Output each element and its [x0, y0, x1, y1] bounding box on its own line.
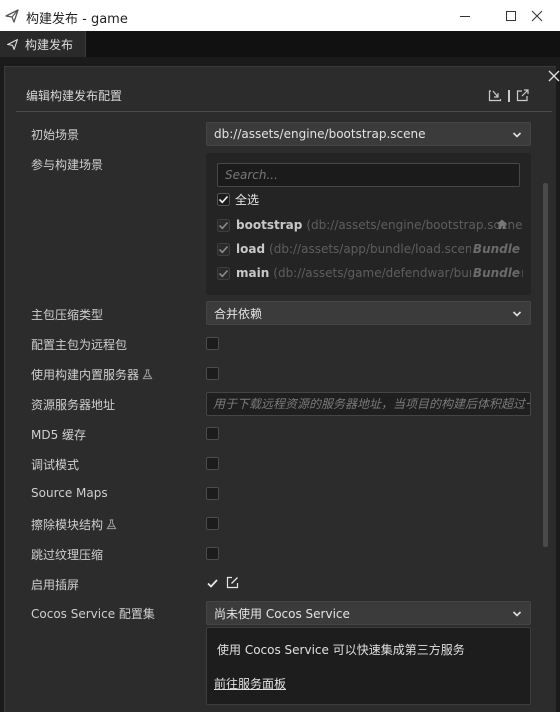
debug-mode-label: 调试模式	[31, 458, 80, 472]
resource-server-input[interactable]	[206, 392, 531, 416]
cocos-service-value: 尚未使用 Cocos Service	[214, 606, 350, 621]
start-scene-select[interactable]: db://assets/engine/bootstrap.scene	[206, 122, 531, 146]
builtin-server-label: 使用构建内置服务器	[31, 366, 153, 383]
source-maps-label: Source Maps	[31, 486, 108, 500]
header-separator	[508, 90, 510, 102]
splash-screen-checkbox[interactable]	[206, 577, 219, 590]
debug-mode-checkbox[interactable]	[206, 457, 219, 470]
scene-item-bootstrap[interactable]: bootstrap (db://assets/engine/bootstrap.…	[217, 217, 523, 233]
panel-header-actions	[488, 88, 530, 104]
service-panel-link[interactable]: 前往服务面板	[214, 675, 286, 692]
minimize-button[interactable]	[442, 0, 488, 31]
main-bundle-remote-checkbox[interactable]	[206, 337, 219, 350]
header-divider	[16, 111, 552, 112]
chevron-down-icon	[512, 311, 522, 317]
build-scenes-label: 参与构建场景	[31, 158, 104, 172]
compression-type-value: 合并依赖	[214, 306, 263, 321]
panel-scrollbar[interactable]	[543, 183, 548, 547]
erase-module-label: 擦除模块结构	[31, 516, 117, 533]
external-edit-icon	[226, 576, 239, 589]
minimize-icon	[460, 15, 470, 17]
chevron-down-icon	[512, 132, 522, 138]
window-title: 构建发布 - game	[26, 12, 128, 27]
tab-strip: 构建发布	[0, 31, 560, 57]
scene-item-load[interactable]: load (db://assets/app/bundle/load.scene)…	[217, 241, 523, 257]
select-all-row[interactable]: 全选	[217, 191, 259, 208]
md5-cache-checkbox[interactable]	[206, 427, 219, 440]
checkbox-checked-icon	[217, 193, 230, 206]
resource-server-label: 资源服务器地址	[31, 398, 116, 412]
cocos-service-label: Cocos Service 配置集	[31, 607, 155, 621]
scene-path: (db://assets/app/bundle/load.scene)	[269, 242, 485, 256]
checkbox-checked-icon	[217, 242, 230, 256]
home-icon	[496, 218, 514, 233]
flask-icon	[106, 519, 117, 530]
start-scene-label: 初始场景	[31, 128, 80, 142]
start-scene-value: db://assets/engine/bootstrap.scene	[214, 127, 426, 141]
close-icon	[548, 70, 560, 82]
compression-type-label: 主包压缩类型	[31, 308, 104, 322]
builtin-server-text: 使用构建内置服务器	[31, 368, 140, 382]
edit-splash-button[interactable]	[226, 576, 239, 592]
export-icon[interactable]	[516, 88, 530, 105]
cocos-service-info-box	[206, 627, 531, 705]
scene-path: (db://assets/engine/bootstrap.scene)	[306, 218, 523, 232]
import-icon[interactable]	[488, 88, 502, 105]
cocos-service-select[interactable]: 尚未使用 Cocos Service	[206, 601, 531, 625]
splash-screen-label: 启用插屏	[31, 578, 80, 592]
chevron-down-icon	[512, 611, 522, 617]
checkbox-checked-icon	[217, 218, 230, 232]
panel-close-button[interactable]	[548, 70, 560, 82]
builtin-server-checkbox[interactable]	[206, 367, 219, 380]
erase-module-checkbox[interactable]	[206, 517, 219, 530]
bundle-tag: Bundle	[470, 242, 520, 256]
md5-cache-label: MD5 缓存	[31, 428, 87, 442]
source-maps-checkbox[interactable]	[206, 487, 219, 500]
panel-title: 编辑构建发布配置	[26, 89, 123, 103]
paper-plane-icon	[4, 8, 20, 24]
cocos-service-description: 使用 Cocos Service 可以快速集成第三方服务	[217, 643, 465, 657]
window-titlebar: 构建发布 - game	[0, 0, 560, 31]
scene-name: main	[236, 266, 270, 280]
scene-name: bootstrap	[236, 218, 303, 232]
bundle-tag: Bundle	[470, 266, 520, 280]
skip-texture-compression-label: 跳过纹理压缩	[31, 548, 104, 562]
erase-module-text: 擦除模块结构	[31, 518, 104, 532]
paper-plane-icon	[7, 38, 18, 50]
checkbox-checked-icon	[217, 266, 230, 280]
close-icon	[531, 10, 543, 21]
select-all-label: 全选	[235, 193, 260, 207]
tab-label: 构建发布	[25, 37, 74, 52]
scene-search-input[interactable]	[217, 163, 520, 187]
checkmark-icon	[207, 579, 218, 588]
compression-type-select[interactable]: 合并依赖	[206, 301, 531, 325]
main-bundle-remote-label: 配置主包为远程包	[31, 338, 128, 352]
scene-name: load	[236, 242, 266, 256]
window-close-button[interactable]	[514, 0, 560, 31]
tab-build[interactable]: 构建发布	[0, 31, 86, 57]
skip-texture-compression-checkbox[interactable]	[206, 547, 219, 560]
scene-item-main[interactable]: main (db://assets/game/defendwar/bundle/…	[217, 265, 523, 281]
flask-icon	[142, 369, 153, 380]
